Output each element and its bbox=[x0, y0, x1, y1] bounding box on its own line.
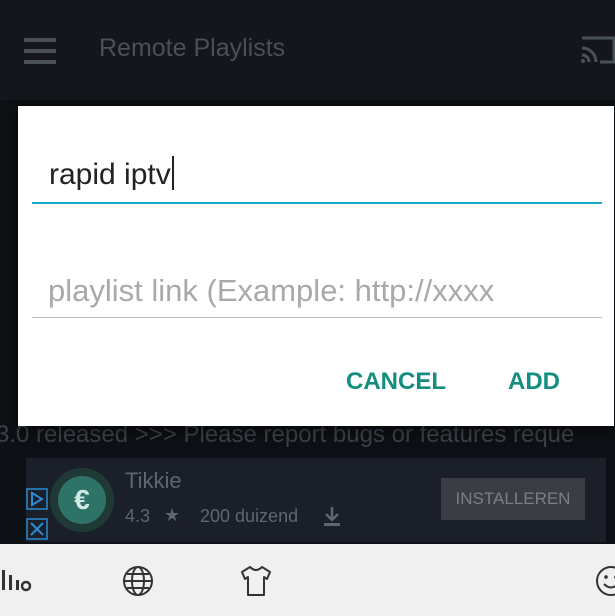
app-bar: Remote Playlists bbox=[0, 0, 615, 100]
add-playlist-dialog: rapid iptv playlist link (Example: http:… bbox=[18, 106, 614, 426]
voice-bars-icon[interactable] bbox=[0, 566, 34, 596]
install-button[interactable]: INSTALLEREN bbox=[441, 478, 585, 520]
ad-app-logo[interactable]: € bbox=[50, 468, 114, 532]
globe-icon[interactable] bbox=[121, 564, 155, 598]
text-caret bbox=[171, 156, 174, 190]
close-icon[interactable] bbox=[26, 518, 48, 540]
emoji-icon[interactable] bbox=[594, 564, 615, 598]
download-icon bbox=[324, 507, 340, 526]
playlist-name-value[interactable]: rapid iptv bbox=[49, 156, 174, 192]
star-icon: ★ bbox=[164, 505, 181, 525]
adchoices-icon[interactable] bbox=[26, 488, 48, 510]
euro-icon: € bbox=[58, 476, 106, 524]
name-field-underline bbox=[32, 202, 602, 204]
ad-install-count: 200 duizend bbox=[200, 506, 299, 526]
cancel-button[interactable]: CANCEL bbox=[346, 368, 446, 396]
keyboard-toolbar bbox=[0, 544, 615, 616]
ad-rating: 4.3 bbox=[125, 506, 151, 526]
add-button[interactable]: ADD bbox=[508, 368, 560, 396]
playlist-link-field[interactable]: playlist link (Example: http://xxxx bbox=[48, 273, 494, 309]
link-field-underline bbox=[32, 317, 602, 318]
cast-icon[interactable] bbox=[578, 30, 615, 70]
page-title: Remote Playlists bbox=[99, 34, 286, 62]
tshirt-icon[interactable] bbox=[238, 564, 274, 598]
hamburger-menu-icon[interactable] bbox=[24, 38, 56, 64]
ad-app-name: Tikkie bbox=[125, 468, 182, 493]
